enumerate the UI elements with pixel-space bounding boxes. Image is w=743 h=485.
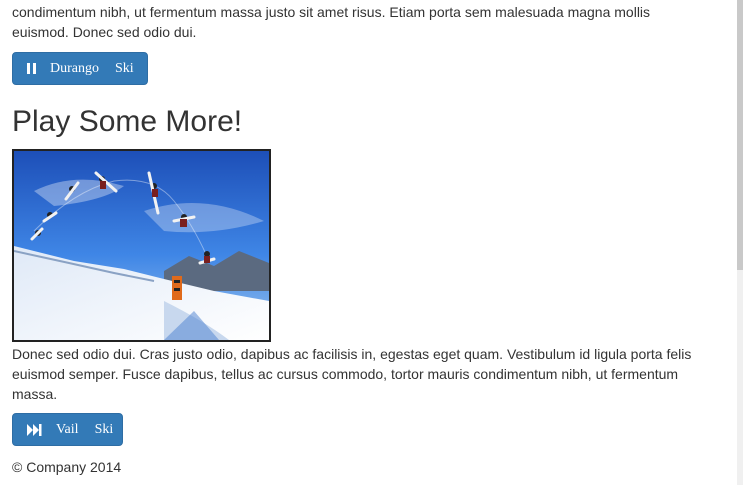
vail-ski-button[interactable]: Vail Ski (12, 413, 123, 446)
vail-button-label-1: Vail (56, 421, 79, 437)
footer-copyright: © Company 2014 (12, 459, 122, 475)
snowboard-photo (12, 149, 271, 342)
vail-button-label-2: Ski (94, 421, 114, 437)
top-paragraph-line-1: condimentum nibh, ut fermentum massa jus… (12, 4, 651, 20)
page-scrollbar[interactable] (737, 0, 743, 485)
top-paragraph-line-2: euismod. Donec sed odio dui. (12, 24, 197, 40)
fast-forward-icon (27, 423, 42, 436)
pause-icon (27, 63, 36, 74)
bottom-paragraph-line-2: euismod semper. Fusce dapibus, tellus ac… (12, 366, 679, 382)
bottom-paragraph-line-1: Donec sed odio dui. Cras justo odio, dap… (12, 346, 692, 362)
durango-ski-button[interactable]: Durango Ski (12, 52, 148, 85)
bottom-paragraph-line-3: massa. (12, 386, 58, 402)
scrollbar-thumb[interactable] (737, 0, 743, 270)
section-heading: Play Some More! (12, 105, 243, 138)
durango-button-label-2: Ski (115, 60, 134, 76)
top-paragraph: condimentum nibh, ut fermentum massa jus… (12, 2, 712, 42)
durango-button-label-1: Durango (50, 60, 99, 76)
bottom-paragraph: Donec sed odio dui. Cras justo odio, dap… (12, 344, 717, 404)
